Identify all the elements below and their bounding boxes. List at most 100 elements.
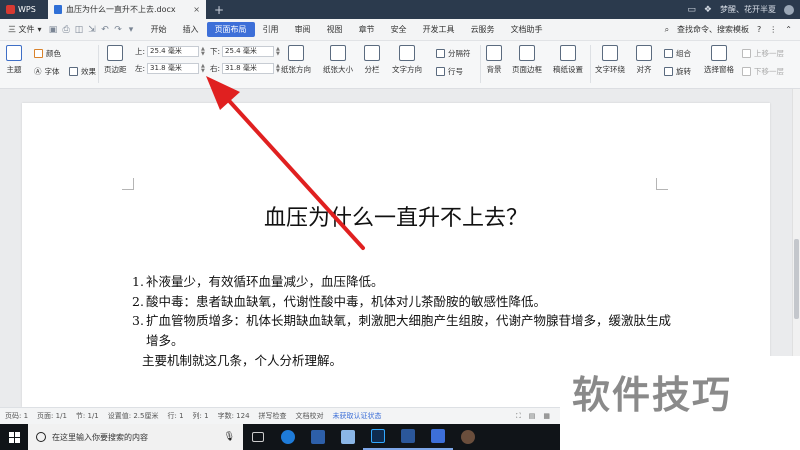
bottom-margin-input[interactable]: 25.4 毫米 <box>222 46 275 57</box>
tab-section[interactable]: 章节 <box>351 22 383 37</box>
verify-status[interactable]: 未获取认证状态 <box>333 411 382 421</box>
left-margin-spinner-icon[interactable]: ▲ ▼ <box>201 63 205 74</box>
status-page[interactable]: 页码: 1 <box>5 411 28 421</box>
avatar-app-icon[interactable] <box>453 424 483 450</box>
orientation-label: 纸张方向 <box>281 65 311 74</box>
collapse-ribbon-icon[interactable]: ⌃ <box>785 25 792 34</box>
group-button[interactable]: 组合 <box>664 48 691 59</box>
top-margin-input[interactable]: 25.4 毫米 <box>147 46 200 57</box>
start-button[interactable] <box>0 424 28 450</box>
tab-insert[interactable]: 插入 <box>175 22 207 37</box>
word-icon[interactable] <box>393 424 423 450</box>
task-view-icon[interactable] <box>243 424 273 450</box>
window-mode-icon[interactable]: ▭ <box>687 5 696 15</box>
tab-security[interactable]: 安全 <box>383 22 415 37</box>
wps-home-tab[interactable]: WPS <box>0 0 48 19</box>
quick-access-toolbar: ▣ ⎙ ◫ ⇲ ↶ ↷ ▾ <box>48 25 143 35</box>
status-pages: 页面: 1/1 <box>37 412 67 420</box>
web-view-icon[interactable]: ▦ <box>543 412 550 421</box>
skin-icon[interactable]: ❖ <box>704 5 712 15</box>
right-margin-spinner-icon[interactable]: ▲ ▼ <box>276 63 280 74</box>
command-search-icon[interactable]: ⌕ <box>665 25 669 35</box>
tab-start[interactable]: 开始 <box>143 22 175 37</box>
spell-check-button[interactable]: 拼写检查 <box>259 411 287 421</box>
new-tab-button[interactable]: + <box>206 3 232 17</box>
color-label: 颜色 <box>46 49 61 58</box>
tab-developer[interactable]: 开发工具 <box>415 22 463 37</box>
user-avatar-icon[interactable] <box>784 4 794 15</box>
align-button[interactable]: 对齐 <box>636 45 652 75</box>
group-icon <box>664 49 673 58</box>
microphone-icon[interactable]: 🎙 <box>224 432 235 442</box>
redo-icon[interactable]: ↷ <box>113 25 124 35</box>
print-preview-icon[interactable]: ◫ <box>74 25 85 35</box>
status-word-count[interactable]: 字数: 124 <box>218 411 250 421</box>
background-button[interactable]: 背景 <box>486 45 502 75</box>
doc-proof-button[interactable]: 文档校对 <box>296 411 324 421</box>
help-icon[interactable]: ? <box>757 25 761 34</box>
tab-doc-assistant[interactable]: 文档助手 <box>503 22 551 37</box>
left-margin-field: 左: 31.8 毫米 ▲ ▼ <box>135 63 205 74</box>
undo-icon[interactable]: ↶ <box>100 25 111 35</box>
list-item-number: 2. <box>132 293 144 309</box>
bottom-margin-spinner-icon[interactable]: ▲ ▼ <box>276 46 280 57</box>
edge-icon[interactable] <box>273 424 303 450</box>
watermark: 软件技巧 <box>560 356 800 450</box>
more-icon[interactable]: ⋮ <box>769 25 777 34</box>
breaks-button[interactable]: 分隔符 <box>436 48 471 59</box>
top-margin-spinner-icon[interactable]: ▲ ▼ <box>201 46 205 57</box>
tab-cloud-service[interactable]: 云服务 <box>463 22 503 37</box>
effect-button[interactable]: 效果 <box>69 66 96 77</box>
document-tab[interactable]: 血压为什么一直升不上去.docx × <box>48 0 206 19</box>
list-item-text: 扩血管物质增多：机体长期缺血缺氧，刺激肥大细胞产生组胺，代谢产物腺苷增多，缓激肽… <box>146 313 672 348</box>
color-button[interactable]: 颜色 <box>34 48 61 59</box>
bring-forward-button[interactable]: 上移一层 <box>742 48 784 59</box>
photoshop-icon[interactable] <box>363 424 393 450</box>
user-name[interactable]: 梦醒、花开半夏 <box>720 4 776 15</box>
line-numbers-button[interactable]: 行号 <box>436 66 463 77</box>
title-bar-right: ▭ ❖ 梦醒、花开半夏 <box>687 4 800 15</box>
customize-chevron-icon[interactable]: ▾ <box>126 25 137 35</box>
text-direction-button[interactable]: 文字方向 <box>392 45 422 75</box>
print-icon[interactable]: ⎙ <box>61 25 72 35</box>
close-tab-icon[interactable]: × <box>193 5 200 14</box>
columns-button[interactable]: 分栏 <box>364 45 380 75</box>
send-backward-button[interactable]: 下移一层 <box>742 66 784 77</box>
tab-review[interactable]: 审阅 <box>287 22 319 37</box>
line-numbers-label: 行号 <box>448 67 463 76</box>
tab-references[interactable]: 引用 <box>255 22 287 37</box>
breaks-label: 分隔符 <box>448 49 471 58</box>
export-pdf-icon[interactable]: ⇲ <box>87 25 98 35</box>
top-margin-field: 上: 25.4 毫米 ▲ ▼ <box>135 46 205 57</box>
tab-page-layout[interactable]: 页面布局 <box>206 22 255 37</box>
margins-label: 页边距 <box>104 65 127 74</box>
right-margin-input[interactable]: 31.8 毫米 <box>222 63 275 74</box>
tab-view[interactable]: 视图 <box>319 22 351 37</box>
wps-writer-icon[interactable] <box>423 424 453 450</box>
save-icon[interactable]: ▣ <box>48 25 59 35</box>
draft-setup-button[interactable]: 稿纸设置 <box>553 45 583 75</box>
page-view-icon[interactable]: ▤ <box>529 412 536 421</box>
left-margin-input[interactable]: 31.8 毫米 <box>147 63 200 74</box>
background-icon <box>486 45 502 61</box>
font-button[interactable]: Ⓐ 字体 <box>34 66 60 77</box>
command-search-label[interactable]: 查找命令、搜索模板 <box>677 24 749 35</box>
theme-button[interactable]: 主题 <box>6 45 22 75</box>
effect-icon <box>69 67 78 76</box>
page-border-button[interactable]: 页面边框 <box>512 45 542 75</box>
margins-button[interactable]: 页边距 <box>104 45 127 75</box>
selection-pane-button[interactable]: 选择窗格 <box>704 45 734 75</box>
orientation-button[interactable]: 纸张方向 <box>281 45 311 75</box>
text-wrap-button[interactable]: 文字环绕 <box>595 45 625 75</box>
fullscreen-icon[interactable]: ⛶ <box>516 412 521 421</box>
left-margin-label: 左: <box>135 64 146 73</box>
scrollbar-thumb[interactable] <box>794 239 799 319</box>
settings-icon[interactable] <box>303 424 333 450</box>
list-item: 2. 酸中毒：患者缺血缺氧，代谢性酸中毒，机体对儿茶酚胺的敏感性降低。 <box>132 292 672 312</box>
file-menu[interactable]: 三 文件 ▾ <box>0 24 48 35</box>
selection-pane-label: 选择窗格 <box>704 65 734 74</box>
paper-size-button[interactable]: 纸张大小 <box>323 45 353 75</box>
taskbar-search[interactable]: 在这里输入你要搜索的内容 🎙 <box>28 424 243 450</box>
rotate-button[interactable]: 旋转 <box>664 66 691 77</box>
notepad-icon[interactable] <box>333 424 363 450</box>
